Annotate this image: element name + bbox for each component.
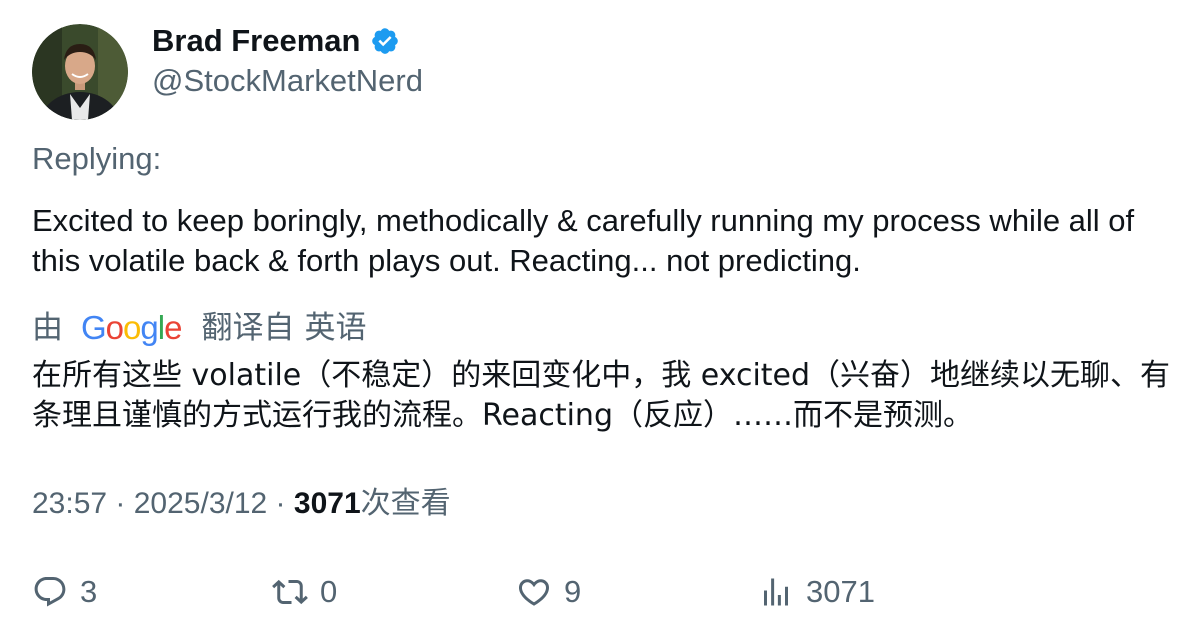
retweet-icon xyxy=(272,579,308,605)
author-handle[interactable]: @StockMarketNerd xyxy=(152,62,423,100)
views-button[interactable]: 3071 xyxy=(758,568,875,616)
translation-attribution: 由 Google 翻译自 英语 xyxy=(32,308,366,348)
retweet-button[interactable]: 0 xyxy=(272,568,337,616)
tweet-meta: 23:57 · 2025/3/12 · 3071 次查看 xyxy=(32,484,451,524)
meta-separator: · xyxy=(267,487,294,520)
translated-from-label: 翻译自 xyxy=(201,310,295,345)
tweet-time[interactable]: 23:57 xyxy=(32,484,107,524)
action-bar: 3 0 9 3071 xyxy=(32,568,1132,618)
views-count-action: 3071 xyxy=(806,574,875,609)
google-logo: Google xyxy=(81,309,182,346)
verified-badge-icon xyxy=(372,28,399,54)
retweet-count: 0 xyxy=(320,574,338,609)
views-label: 次查看 xyxy=(360,486,451,521)
like-button[interactable]: 9 xyxy=(516,568,581,616)
views-count: 3071 xyxy=(293,487,361,520)
author-name[interactable]: Brad Freeman xyxy=(152,22,360,60)
person-avatar-icon xyxy=(32,24,128,120)
meta-separator: · xyxy=(107,487,134,520)
source-language: 英语 xyxy=(304,310,367,345)
translated-by-label: 由 xyxy=(32,310,63,345)
reply-count: 3 xyxy=(80,574,98,609)
heart-icon xyxy=(518,579,550,606)
analytics-bar-icon xyxy=(764,578,788,606)
reply-icon xyxy=(34,577,66,607)
replying-label: Replying: xyxy=(32,141,162,176)
like-count: 9 xyxy=(564,574,582,609)
tweet-text: Excited to keep boringly, methodically &… xyxy=(32,203,1135,278)
tweet-date[interactable]: 2025/3/12 xyxy=(134,484,267,524)
translated-text: 在所有这些 volatile（不稳定）的来回变化中，我 excited（兴奋）地… xyxy=(32,358,1171,433)
author-name-row: Brad Freeman xyxy=(152,22,400,60)
reply-button[interactable]: 3 xyxy=(32,568,97,616)
avatar[interactable] xyxy=(32,24,128,120)
